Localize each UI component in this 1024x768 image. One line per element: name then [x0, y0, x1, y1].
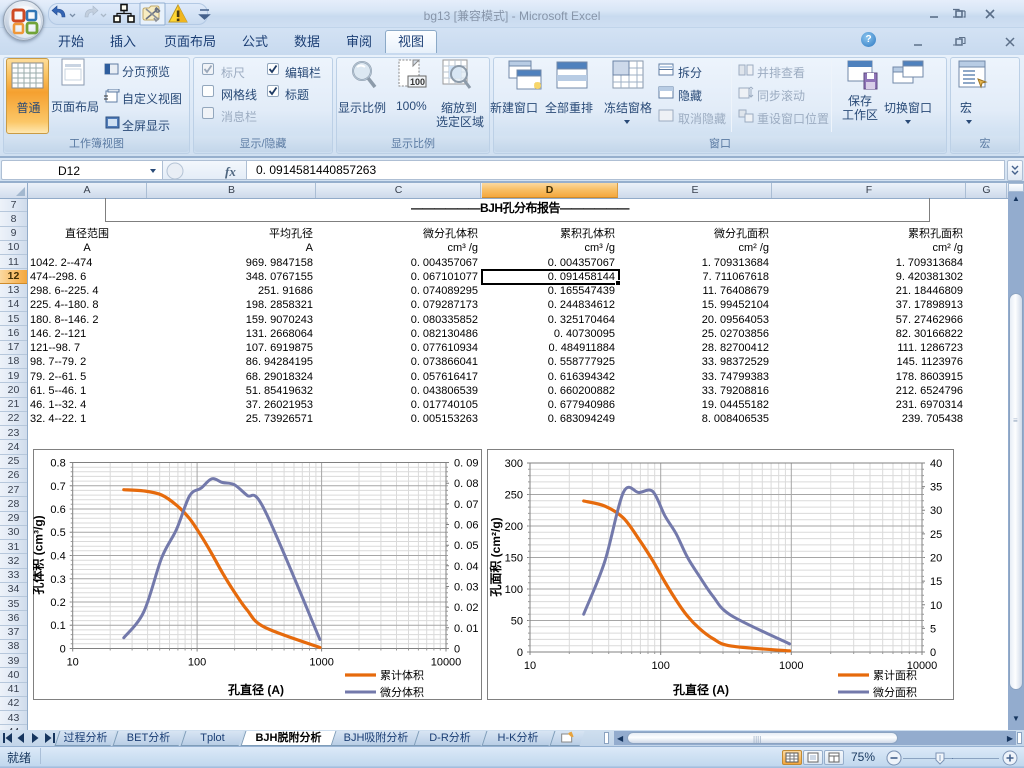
svg-text:0.4: 0.4 — [50, 551, 65, 563]
svg-text:50: 50 — [511, 616, 523, 628]
svg-text:100: 100 — [188, 657, 206, 669]
svg-text:1000: 1000 — [309, 657, 333, 669]
svg-text:100: 100 — [652, 660, 670, 672]
svg-text:0.7: 0.7 — [50, 481, 65, 493]
svg-text:0. 02: 0. 02 — [454, 602, 478, 614]
svg-text:100: 100 — [505, 584, 523, 596]
svg-text:0. 03: 0. 03 — [454, 582, 478, 594]
svg-text:0. 08: 0. 08 — [454, 478, 478, 490]
svg-text:15: 15 — [930, 576, 942, 588]
svg-text:5: 5 — [930, 623, 936, 635]
svg-text:0.8: 0.8 — [50, 458, 65, 470]
svg-text:累计体积: 累计体积 — [380, 668, 424, 682]
svg-text:0. 09: 0. 09 — [454, 458, 478, 470]
svg-text:0: 0 — [930, 647, 936, 659]
svg-text:0. 07: 0. 07 — [454, 499, 478, 511]
svg-text:0.3: 0.3 — [50, 574, 65, 586]
svg-text:孔直径 (A): 孔直径 (A) — [228, 682, 284, 697]
svg-text:0.5: 0.5 — [50, 527, 65, 539]
svg-text:300: 300 — [505, 458, 523, 470]
svg-text:0. 06: 0. 06 — [454, 520, 478, 532]
svg-text:0: 0 — [60, 644, 66, 656]
svg-text:孔直径 (A): 孔直径 (A) — [673, 682, 729, 697]
svg-text:250: 250 — [505, 490, 523, 502]
svg-text:0. 04: 0. 04 — [454, 561, 478, 573]
svg-text:0. 05: 0. 05 — [454, 540, 478, 552]
svg-text:0: 0 — [517, 647, 523, 659]
svg-text:10: 10 — [930, 600, 942, 612]
svg-text:0.1: 0.1 — [50, 620, 65, 632]
svg-text:150: 150 — [505, 553, 523, 565]
svg-text:200: 200 — [505, 521, 523, 533]
svg-text:微分面积: 微分面积 — [873, 685, 917, 699]
svg-text:1000: 1000 — [779, 660, 803, 672]
svg-text:0: 0 — [454, 644, 460, 656]
svg-text:20: 20 — [930, 553, 942, 565]
svg-text:100: 100 — [410, 77, 425, 87]
svg-text:35: 35 — [930, 482, 942, 494]
svg-text:30: 30 — [930, 505, 942, 517]
svg-text:40: 40 — [930, 458, 942, 470]
svg-text:10: 10 — [524, 660, 536, 672]
svg-text:10000: 10000 — [431, 657, 462, 669]
svg-text:累计面积: 累计面积 — [873, 669, 917, 682]
svg-text:微分体积: 微分体积 — [380, 685, 424, 699]
svg-text:0.2: 0.2 — [50, 597, 65, 609]
svg-text:孔面积 (cm²/g): 孔面积 (cm²/g) — [488, 517, 503, 596]
svg-text:10: 10 — [67, 657, 79, 669]
svg-text:孔体积 (cm³/g): 孔体积 (cm³/g) — [33, 515, 46, 594]
svg-text:fx: fx — [225, 164, 236, 179]
svg-text:0.6: 0.6 — [50, 504, 65, 516]
svg-text:25: 25 — [930, 529, 942, 541]
svg-text:0. 01: 0. 01 — [454, 623, 478, 635]
